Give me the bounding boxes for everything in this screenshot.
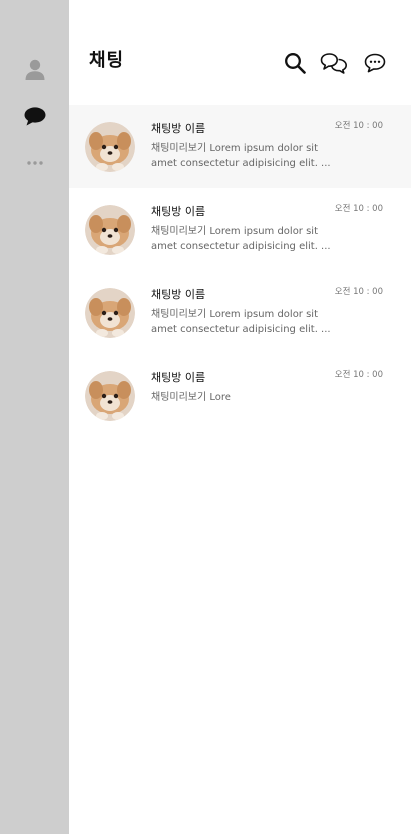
open-chat-button[interactable] <box>320 52 348 78</box>
chat-time: 오전 10 : 00 <box>334 121 383 131</box>
chat-preview: 채팅미리보기 Lore <box>151 392 231 403</box>
sidebar-item-more[interactable] <box>0 148 69 178</box>
avatar <box>85 288 135 338</box>
main-panel: 채팅 채팅방 이름 오전 10: 00 채팅미리보기 Lorem ipsum … <box>69 0 411 834</box>
page-title: 채팅 <box>89 50 125 71</box>
chat-name: 채팅방 이름 <box>151 371 206 384</box>
avatar <box>85 371 135 421</box>
chat-bubble-icon <box>24 106 46 126</box>
chat-time: 오전 10 : 00 <box>334 204 383 214</box>
avatar <box>85 122 135 172</box>
search-button[interactable] <box>281 52 309 78</box>
person-icon <box>25 59 45 81</box>
chat-name: 채팅방 이름 <box>151 288 206 301</box>
sidebar <box>0 0 69 834</box>
sidebar-item-friends[interactable] <box>0 55 69 85</box>
new-chat-button[interactable] <box>361 52 389 78</box>
chat-name: 채팅방 이름 <box>151 205 206 218</box>
chat-list-item[interactable]: 채팅방 이름 오전 10 : 00 채팅미리보기 Lorem ipsum dol… <box>69 271 411 354</box>
more-dots-icon <box>26 161 43 165</box>
avatar <box>85 205 135 255</box>
chat-preview: 채팅미리보기 Lorem ipsum dolor sit amet consec… <box>151 143 331 169</box>
new-chat-icon <box>364 53 386 77</box>
chat-time: 오전 10 : 00 <box>334 370 383 380</box>
chat-list-item[interactable]: 채팅방 이름 오전 10 : 00 채팅미리보기 Lore <box>69 354 411 437</box>
search-icon <box>284 52 306 78</box>
chat-list: 채팅방 이름 오전 10 : 00 채팅미리보기 Lorem ipsum dol… <box>69 105 411 437</box>
sidebar-item-chats[interactable] <box>0 101 69 131</box>
header: 채팅 <box>69 0 411 104</box>
chat-list-item[interactable]: 채팅방 이름 오전 10 : 00 채팅미리보기 Lorem ipsum dol… <box>69 188 411 271</box>
chat-time: 오전 10 : 00 <box>334 287 383 297</box>
chat-name: 채팅방 이름 <box>151 122 206 135</box>
chat-list-item[interactable]: 채팅방 이름 오전 10 : 00 채팅미리보기 Lorem ipsum dol… <box>69 105 411 188</box>
chat-preview: 채팅미리보기 Lorem ipsum dolor sit amet consec… <box>151 226 331 252</box>
chat-preview: 채팅미리보기 Lorem ipsum dolor sit amet consec… <box>151 309 331 335</box>
open-chat-icon <box>320 52 348 78</box>
